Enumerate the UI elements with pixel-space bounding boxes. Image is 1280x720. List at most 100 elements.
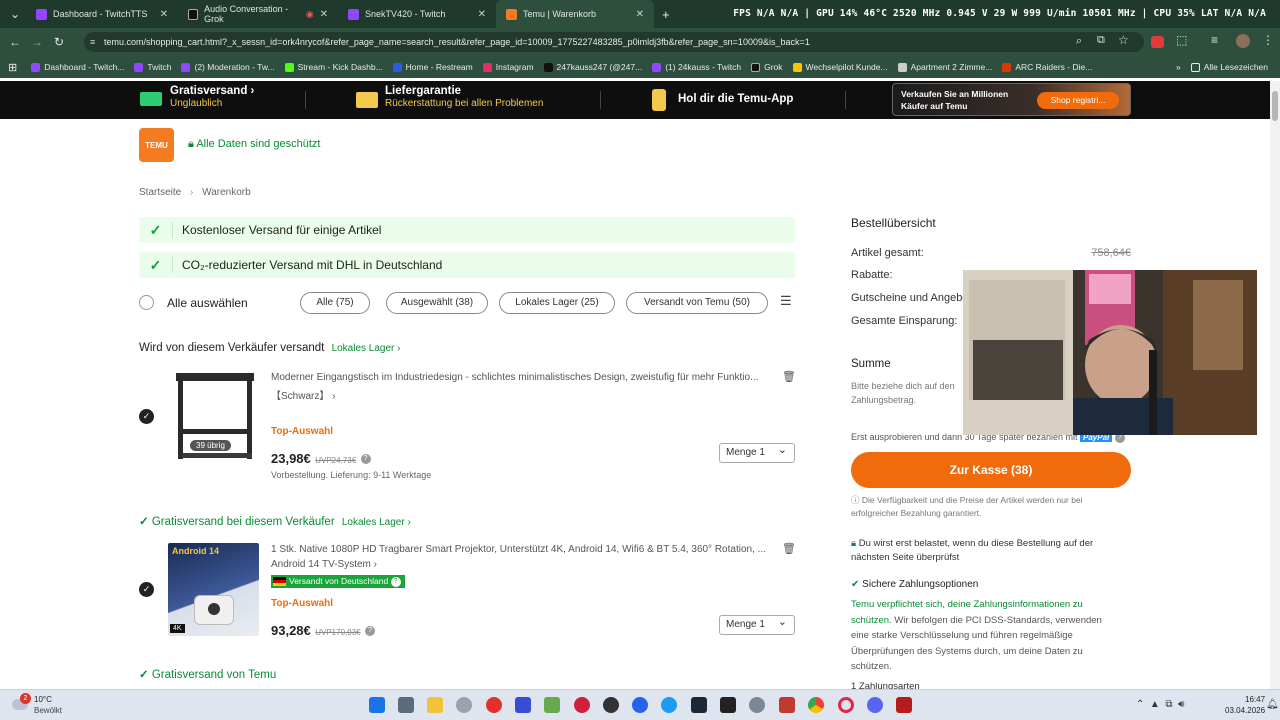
bookmark-item[interactable]: Home - Restream [392, 62, 473, 72]
media-icon[interactable]: ≡ [1211, 33, 1218, 47]
delete-icon[interactable]: 🗑︎ [782, 370, 796, 383]
quantity-select[interactable]: Menge 1 [719, 441, 795, 463]
bookmark-item[interactable]: Instagram [482, 62, 534, 72]
page-scrollbar[interactable] [1270, 81, 1280, 689]
close-tab-icon[interactable]: ✕ [636, 9, 644, 20]
bookmark-label: Apartment 2 Zimme... [910, 62, 993, 72]
help-icon[interactable]: ? [365, 625, 376, 636]
tab-grok[interactable]: Audio Conversation - Grok ◉ ✕ [178, 0, 338, 28]
all-bookmarks[interactable]: Alle Lesezeichen [1190, 62, 1268, 72]
minecraft-icon[interactable] [544, 697, 560, 713]
filter-chip-selected[interactable]: Ausgewählt (38) [386, 292, 488, 314]
app-icon[interactable] [574, 697, 590, 713]
weather-widget[interactable]: 2 10°C Bewölkt [10, 693, 90, 718]
notifications-icon[interactable]: 🔔︎ [1266, 699, 1279, 710]
list-view-icon[interactable]: ☰ [780, 293, 792, 309]
clock[interactable]: 16:47 03.04.2026 [1225, 694, 1265, 716]
quantity-select[interactable]: Menge 1 [719, 613, 795, 635]
bookmark-item[interactable]: Twitch [134, 62, 171, 72]
item-checkbox[interactable]: ✓ [139, 582, 154, 597]
reload-icon[interactable]: ↻ [48, 35, 70, 49]
variant-selector[interactable]: 【Schwarz】 › [271, 387, 335, 402]
v-app-icon[interactable] [515, 697, 531, 713]
bookmark-item[interactable]: Dashboard - Twitch... [31, 62, 124, 72]
app-red-icon[interactable] [486, 697, 502, 713]
app-icon[interactable] [632, 697, 648, 713]
bookmark-item[interactable]: (1) 24kauss - Twitch [652, 62, 741, 72]
streaming-app-icon[interactable] [896, 697, 912, 713]
profile-avatar[interactable] [1236, 34, 1250, 48]
bookmark-item[interactable]: (2) Moderation - Tw... [181, 62, 275, 72]
bookmark-item[interactable]: ARC Raiders - Die... [1002, 62, 1092, 72]
variant-selector[interactable]: Android 14 TV-System › [271, 559, 377, 570]
shipping-subtitle: Unglaublich [170, 98, 223, 109]
close-tab-icon[interactable]: ✕ [478, 9, 486, 20]
discord-icon[interactable] [867, 697, 883, 713]
bookmark-item[interactable]: 247kauss247 (@247... [543, 62, 642, 72]
close-tab-icon[interactable]: ✕ [160, 9, 168, 20]
more-bookmarks-icon[interactable]: » [1176, 62, 1181, 72]
install-icon[interactable]: ⧉ [1097, 34, 1105, 47]
free-shipping-promo[interactable]: Gratisversand › Unglaublich [170, 85, 254, 109]
calculator-icon[interactable] [398, 697, 414, 713]
register-shop-button[interactable]: Shop registri... [1037, 92, 1119, 109]
adblock-icon[interactable] [1151, 36, 1164, 48]
site-info-icon[interactable]: ≡ [90, 32, 95, 52]
product-image[interactable]: 39 übrig [170, 369, 258, 464]
new-tab-button[interactable]: + [662, 7, 670, 22]
tab-title: Dashboard - TwitchTTS [53, 9, 148, 19]
tab-list-icon[interactable]: ⌄ [4, 7, 26, 21]
bookmark-item[interactable]: Stream - Kick Dashb... [284, 62, 383, 72]
product-image[interactable]: Android 14 4K [168, 543, 259, 636]
free-shipping-notice: ✓ Kostenloser Versand für einige Artikel [139, 217, 795, 243]
epic-games-icon[interactable] [720, 697, 736, 713]
filter-chip-shipped-by-temu[interactable]: Versandt von Temu (50) [626, 292, 768, 314]
app-promo[interactable]: Hol dir die Temu-App [678, 93, 793, 105]
help-icon[interactable]: ? [360, 453, 371, 464]
select-all-radio[interactable] [139, 295, 154, 310]
product-title[interactable]: 1 Stk. Native 1080P HD Tragbarer Smart P… [271, 544, 771, 555]
delivery-guarantee-promo[interactable]: Liefergarantie Rückerstattung bei allen … [385, 85, 543, 109]
steam-icon[interactable] [691, 697, 707, 713]
tab-snektv[interactable]: SnekTV420 - Twitch ✕ [338, 0, 496, 28]
bookmark-star-icon[interactable]: ☆ [1118, 33, 1129, 47]
settings-icon[interactable] [749, 697, 765, 713]
app-icon[interactable] [661, 697, 677, 713]
select-all-label[interactable]: Alle auswählen [167, 296, 248, 310]
bookmark-item[interactable]: Wechselpilot Kunde... [792, 62, 888, 72]
chrome-icon[interactable] [808, 697, 824, 713]
forward-icon[interactable]: → [26, 35, 48, 49]
opera-icon[interactable] [838, 697, 854, 713]
tab-twitchtts[interactable]: Dashboard - TwitchTTS ✕ [26, 0, 178, 28]
seller-ad[interactable]: Verkaufen Sie an Millionen Käufer auf Te… [892, 83, 1131, 116]
bookmark-item[interactable]: Grok [751, 62, 783, 72]
delete-icon[interactable]: 🗑︎ [782, 542, 796, 555]
local-warehouse-tag[interactable]: Lokales Lager › [342, 517, 411, 528]
obs-icon[interactable] [603, 697, 619, 713]
extensions-icon[interactable]: ⬚ [1176, 33, 1187, 47]
menu-icon[interactable]: ⋮ [1262, 33, 1274, 47]
start-icon[interactable] [369, 697, 385, 713]
apps-icon[interactable]: ⊞ [8, 61, 17, 74]
streaming-app-icon[interactable] [779, 697, 795, 713]
filter-chip-all[interactable]: Alle (75) [300, 292, 370, 314]
checkout-button[interactable]: Zur Kasse (38) [851, 452, 1131, 488]
shipped-from-germany-tag: Versandt von Deutschland ? [271, 575, 405, 588]
system-tray[interactable]: ⌃ ▲ ⧉ 🔊︎ [1136, 699, 1184, 710]
local-warehouse-tag[interactable]: Lokales Lager › [332, 343, 401, 354]
product-title[interactable]: Moderner Eingangstisch im Industriedesig… [271, 372, 771, 383]
breadcrumb-home[interactable]: Startseite [139, 187, 181, 198]
mouse-app-icon[interactable] [456, 697, 472, 713]
scrollbar-thumb[interactable] [1272, 91, 1278, 121]
item-checkbox[interactable]: ✓ [139, 409, 154, 424]
temu-logo[interactable]: TEMU [139, 128, 174, 162]
close-tab-icon[interactable]: ✕ [320, 9, 328, 20]
file-explorer-icon[interactable] [427, 697, 443, 713]
back-icon[interactable]: ← [4, 35, 26, 49]
zoom-icon[interactable]: ⌕ [1076, 35, 1082, 48]
tab-temu[interactable]: Temu | Warenkorb ✕ [496, 0, 654, 28]
notice-text: CO₂-reduzierter Versand mit DHL in Deuts… [182, 258, 443, 272]
bookmark-item[interactable]: Apartment 2 Zimme... [897, 62, 993, 72]
url-bar[interactable]: ≡ temu.com/shopping_cart.html?_x_sessn_i… [84, 32, 1144, 52]
filter-chip-local-warehouse[interactable]: Lokales Lager (25) [499, 292, 615, 314]
